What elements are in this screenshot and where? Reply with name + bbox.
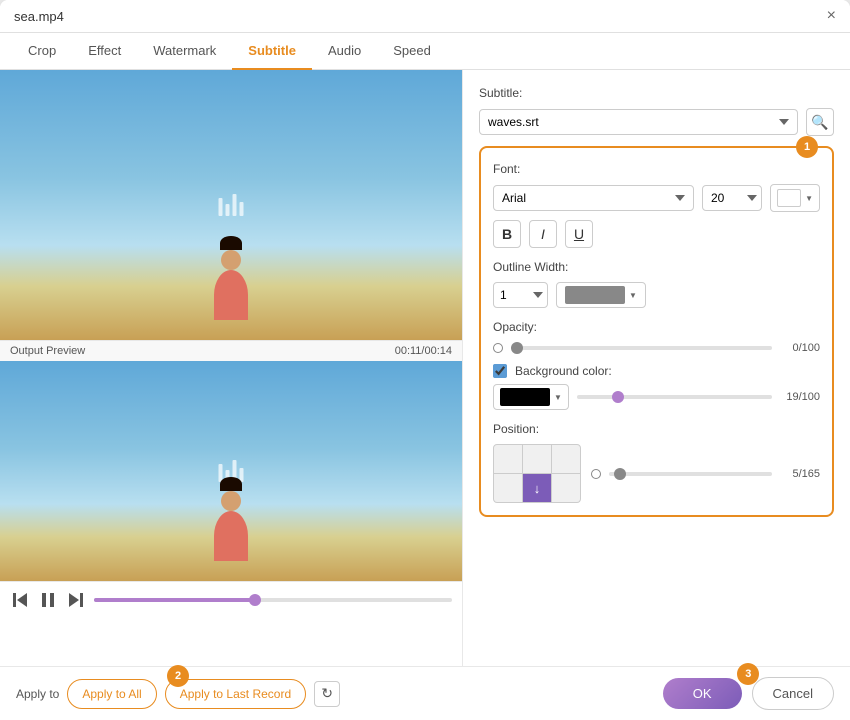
bold-button[interactable]: B <box>493 220 521 248</box>
step1-badge: 1 <box>796 136 818 158</box>
opacity-row: 0/100 <box>493 342 820 354</box>
position-row: ↓ 5/165 <box>493 444 820 503</box>
tab-bar: Crop Effect Watermark Subtitle Audio Spe… <box>0 33 850 70</box>
beach-figure-top <box>214 236 248 320</box>
subtitle-section: Subtitle: waves.srt 🔍 <box>479 84 834 136</box>
pause-button[interactable] <box>38 590 58 610</box>
font-settings-box: 1 Font: Arial 20 ▼ <box>479 146 834 517</box>
tab-speed[interactable]: Speed <box>377 33 447 70</box>
position-label: Position: <box>493 422 539 436</box>
opacity-label: Opacity: <box>493 320 537 334</box>
font-family-select[interactable]: Arial <box>493 185 694 211</box>
outline-color-button[interactable]: ▼ <box>556 282 646 308</box>
titlebar: sea.mp4 × <box>0 0 850 33</box>
subtitle-row: waves.srt 🔍 <box>479 108 834 136</box>
position-dot <box>591 469 601 479</box>
pos-cell-tl[interactable] <box>494 445 522 473</box>
search-button[interactable]: 🔍 <box>806 108 834 136</box>
bg-color-checkbox[interactable] <box>493 364 507 378</box>
refresh-icon: ↻ <box>321 685 333 702</box>
progress-fill <box>94 598 255 602</box>
main-content: Output Preview 00:11/00:14 <box>0 70 850 666</box>
pos-cell-down[interactable]: ↓ <box>523 474 551 502</box>
bg-opacity-slider[interactable] <box>577 395 772 399</box>
right-panel: Subtitle: waves.srt 🔍 1 Font: <box>462 70 850 666</box>
position-slider[interactable] <box>609 472 772 476</box>
apply-to-all-button[interactable]: Apply to All <box>67 679 156 709</box>
prev-button[interactable] <box>10 590 30 610</box>
font-color-swatch <box>777 189 801 207</box>
bg-color-swatch <box>500 388 550 406</box>
output-preview-label: Output Preview <box>10 345 85 357</box>
tab-audio[interactable]: Audio <box>312 33 377 70</box>
subtitle-file-select[interactable]: waves.srt <box>479 109 798 135</box>
step3-badge: 3 <box>737 663 759 685</box>
apply-section: 2 Apply to Apply to All Apply to Last Re… <box>16 679 340 709</box>
search-icon: 🔍 <box>811 114 828 131</box>
video-preview-bottom <box>0 361 462 581</box>
subtitle-label: Subtitle: <box>479 86 522 100</box>
pos-cell-tc[interactable] <box>523 445 551 473</box>
step2-badge: 2 <box>167 665 189 687</box>
refresh-button[interactable]: ↻ <box>314 681 340 707</box>
pos-cell-bl[interactable] <box>494 474 522 502</box>
next-button[interactable] <box>66 590 86 610</box>
text-format-row: B I U <box>493 220 820 248</box>
progress-thumb[interactable] <box>249 594 261 606</box>
tab-watermark[interactable]: Watermark <box>137 33 232 70</box>
opacity-value: 0/100 <box>780 342 820 354</box>
close-button[interactable]: × <box>827 8 836 24</box>
outline-color-arrow-icon: ▼ <box>629 291 637 300</box>
video-preview-top <box>0 70 462 340</box>
ok-cancel-section: 3 OK Cancel <box>663 677 834 710</box>
outline-label: Outline Width: <box>493 260 568 274</box>
opacity-dot <box>493 343 503 353</box>
outline-section: Outline Width: 1 ▼ <box>493 258 820 308</box>
position-section: Position: ↓ 5/165 <box>493 420 820 503</box>
font-label: Font: <box>493 162 520 176</box>
subtitle-icon-bars <box>219 194 244 216</box>
bg-color-row: Background color: <box>493 364 820 378</box>
font-section: Font: Arial 20 ▼ <box>493 160 820 212</box>
bg-color-section: Background color: ▼ 19/100 <box>493 364 820 410</box>
outline-row: 1 ▼ <box>493 282 820 308</box>
bg-opacity-value: 19/100 <box>780 391 820 403</box>
video-panel: Output Preview 00:11/00:14 <box>0 70 462 666</box>
underline-button[interactable]: U <box>565 220 593 248</box>
italic-button[interactable]: I <box>529 220 557 248</box>
font-size-select[interactable]: 20 <box>702 185 762 211</box>
bg-color-label: Background color: <box>515 364 612 378</box>
font-color-button[interactable]: ▼ <box>770 184 820 212</box>
opacity-slider[interactable] <box>511 346 772 350</box>
bg-color-button[interactable]: ▼ <box>493 384 569 410</box>
footer-row: 2 Apply to Apply to All Apply to Last Re… <box>0 666 850 720</box>
tab-crop[interactable]: Crop <box>12 33 72 70</box>
color-arrow-icon: ▼ <box>805 194 813 203</box>
bg-color-controls: ▼ 19/100 <box>493 384 820 410</box>
cancel-button[interactable]: Cancel <box>752 677 834 710</box>
window-title: sea.mp4 <box>14 9 64 24</box>
font-row: Arial 20 ▼ <box>493 184 820 212</box>
playback-bar <box>0 581 462 618</box>
timestamp: 00:11/00:14 <box>395 345 452 357</box>
bg-color-arrow-icon: ▼ <box>554 393 562 402</box>
tab-subtitle[interactable]: Subtitle <box>232 33 312 70</box>
pos-cell-tr[interactable] <box>552 445 580 473</box>
outline-width-select[interactable]: 1 <box>493 282 548 308</box>
beach-figure-bottom <box>214 477 248 561</box>
position-value: 5/165 <box>780 468 820 480</box>
position-grid: ↓ <box>493 444 581 503</box>
pos-cell-br[interactable] <box>552 474 580 502</box>
opacity-section: Opacity: 0/100 <box>493 318 820 354</box>
apply-to-label: Apply to <box>16 687 59 701</box>
ok-button[interactable]: OK <box>663 678 742 709</box>
tab-effect[interactable]: Effect <box>72 33 137 70</box>
outline-color-swatch <box>565 286 625 304</box>
position-slider-wrap: 5/165 <box>591 468 820 480</box>
progress-track[interactable] <box>94 598 452 602</box>
preview-label: Output Preview 00:11/00:14 <box>0 340 462 361</box>
